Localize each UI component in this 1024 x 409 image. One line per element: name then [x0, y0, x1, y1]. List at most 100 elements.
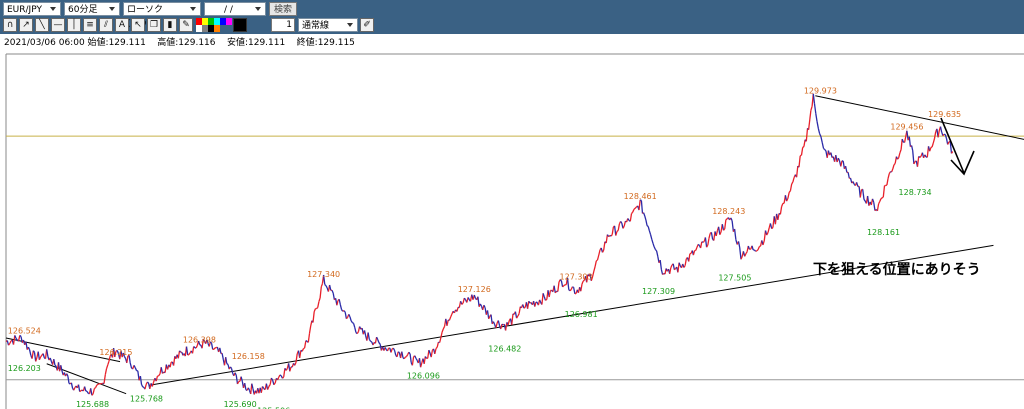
- price-segment: [461, 302, 464, 305]
- price-segment: [324, 284, 327, 287]
- price-segment: [69, 382, 72, 385]
- price-segment: [472, 294, 475, 300]
- cursor-icon[interactable]: ↗: [19, 18, 33, 32]
- price-segment: [528, 300, 531, 304]
- price-segment: [676, 266, 679, 273]
- price-segment: [812, 93, 816, 104]
- price-segment: [396, 351, 399, 357]
- price-segment: [137, 370, 140, 381]
- chart-style-select[interactable]: ローソク(BID): [123, 2, 201, 29]
- price-segment: [341, 309, 344, 312]
- channel-icon[interactable]: ⫽: [99, 18, 113, 32]
- price-segment: [36, 351, 39, 358]
- magnet-icon[interactable]: ∩: [3, 18, 17, 32]
- price-segment: [787, 192, 790, 199]
- color-swatch[interactable]: [226, 18, 232, 25]
- line-width-input[interactable]: 1: [271, 18, 295, 32]
- price-segment: [241, 381, 245, 389]
- price-segment: [296, 350, 300, 355]
- price-segment: [532, 300, 536, 307]
- selected-color[interactable]: [233, 18, 247, 32]
- color-swatch[interactable]: [214, 25, 220, 32]
- price-segment: [702, 240, 705, 243]
- price-segment: [628, 219, 631, 222]
- price-segment: [215, 346, 218, 349]
- price-segment: [50, 361, 54, 365]
- price-segment: [123, 356, 127, 359]
- price-segment: [195, 345, 198, 349]
- search-button[interactable]: 検索: [269, 2, 298, 16]
- price-segment: [190, 350, 194, 354]
- copy-icon[interactable]: ❐: [147, 18, 161, 32]
- edit-icon[interactable]: ✎: [179, 18, 193, 32]
- price-segment: [221, 353, 224, 360]
- price-segment: [941, 131, 944, 136]
- price-segment: [419, 362, 423, 368]
- price-segment: [811, 93, 814, 107]
- price-segment: [697, 243, 700, 246]
- price-segment: [942, 133, 945, 137]
- arrow-tool-icon[interactable]: ↖: [131, 18, 145, 32]
- price-segment: [432, 348, 436, 355]
- price-segment: [9, 340, 12, 344]
- price-segment: [692, 250, 696, 256]
- hline-icon[interactable]: —: [51, 18, 65, 32]
- price-segment: [731, 220, 735, 232]
- price-segment: [842, 160, 846, 169]
- symbol-select[interactable]: EUR/JPY: [3, 2, 61, 16]
- price-segment: [299, 350, 302, 359]
- price-chart[interactable]: 126.524 126.215 126.398 126.158 127.340 127.1…: [0, 0, 1024, 409]
- price-segment: [936, 128, 939, 138]
- price-segment: [343, 310, 346, 313]
- price-segment: [821, 142, 825, 149]
- price-segment: [376, 336, 379, 340]
- price-segment: [784, 195, 788, 202]
- date-input[interactable]: / /: [204, 2, 266, 16]
- price-segment: [717, 226, 721, 235]
- price-segment: [732, 228, 736, 232]
- price-segment: [820, 136, 823, 143]
- price-segment: [625, 220, 627, 223]
- price-segment: [580, 283, 583, 292]
- price-segment: [207, 343, 210, 347]
- price-segment: [633, 207, 636, 210]
- price-segment: [286, 363, 290, 369]
- price-segment: [174, 356, 177, 360]
- color-palette[interactable]: [196, 18, 232, 32]
- price-segment: [468, 299, 472, 302]
- price-segment: [63, 372, 67, 377]
- price-segment: [596, 254, 600, 261]
- price-segment: [669, 267, 672, 274]
- price-segment: [719, 231, 722, 235]
- price-segment: [326, 287, 330, 292]
- price-segment: [476, 296, 479, 300]
- price-segment: [223, 357, 227, 366]
- vline-icon[interactable]: │: [67, 18, 81, 32]
- fibonacci-icon[interactable]: ≡: [83, 18, 97, 32]
- price-segment: [342, 310, 345, 312]
- price-segment: [604, 241, 607, 244]
- settings-icon[interactable]: ✐: [360, 18, 374, 32]
- price-segment: [600, 247, 604, 253]
- delete-icon[interactable]: ▮: [163, 18, 177, 32]
- price-segment: [289, 366, 292, 372]
- price-segment: [453, 309, 457, 314]
- price-segment: [145, 381, 148, 385]
- price-segment: [869, 201, 872, 206]
- price-segment: [581, 281, 584, 285]
- price-segment: [810, 106, 813, 111]
- price-segment: [246, 387, 249, 391]
- price-segment: [486, 310, 490, 319]
- timeframe-select[interactable]: 60分足: [64, 2, 120, 16]
- info-datetime: 2021/03/06 06:00: [4, 38, 85, 48]
- price-segment: [73, 387, 76, 391]
- price-segment: [385, 349, 388, 352]
- line-style-select[interactable]: 通常線: [298, 18, 358, 32]
- price-segment: [64, 373, 68, 377]
- price-segment: [825, 150, 828, 158]
- price-segment: [12, 335, 16, 345]
- price-segment: [720, 224, 723, 233]
- trendline-icon[interactable]: ╲: [35, 18, 49, 32]
- price-segment: [163, 371, 166, 374]
- text-tool-icon[interactable]: A: [115, 18, 129, 32]
